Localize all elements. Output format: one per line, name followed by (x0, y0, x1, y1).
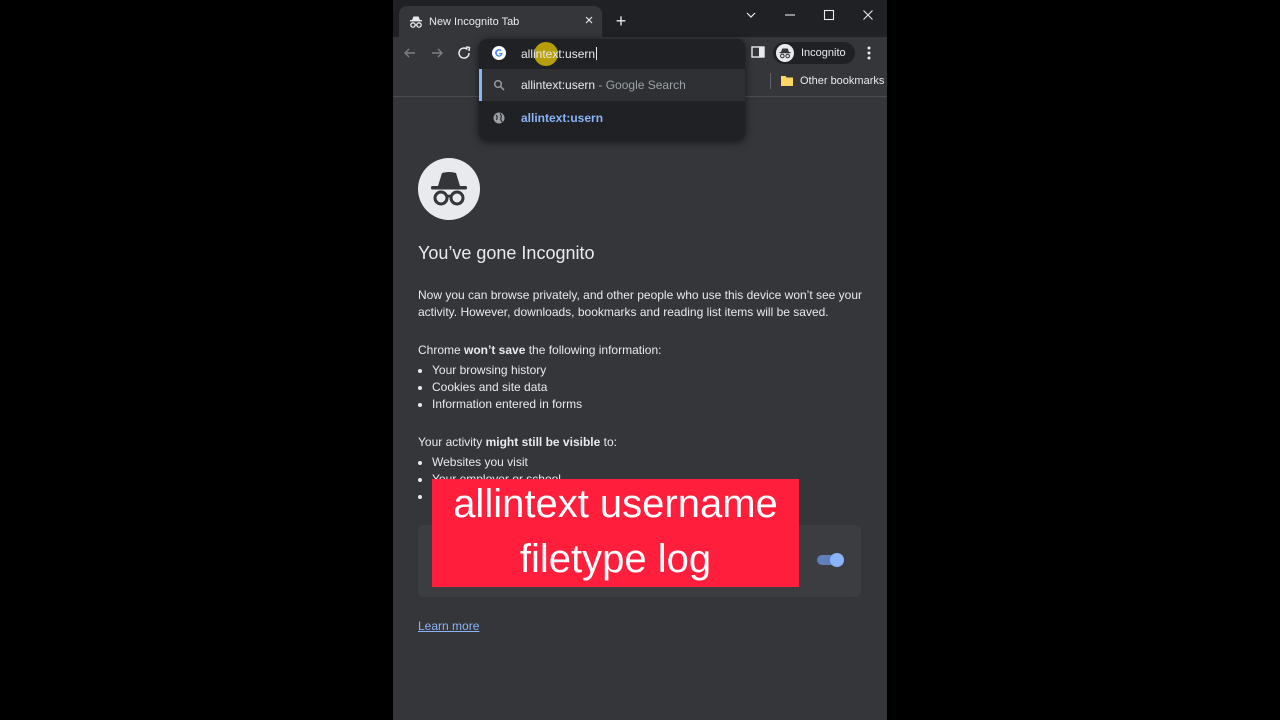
intro-paragraph: Now you can browse privately, and other … (418, 288, 863, 319)
tab-close-icon[interactable]: × (581, 13, 597, 29)
new-tab-plus-icon[interactable]: + (612, 12, 630, 30)
incognito-icon (779, 48, 791, 59)
other-bookmarks-link[interactable]: Other bookmarks (800, 75, 884, 87)
page-title: You’ve gone Incognito (418, 243, 595, 263)
suggestion-url[interactable]: allintext:usern (479, 102, 745, 134)
google-g-icon (492, 46, 506, 60)
tab-title: New Incognito Tab (429, 16, 520, 28)
reload-icon[interactable] (454, 43, 474, 63)
more-menu-icon[interactable] (863, 44, 875, 62)
address-bar-input[interactable]: allintext:usern (521, 47, 598, 61)
omnibox-dropdown: allintext:usern allintext:usern - Google… (479, 39, 745, 140)
address-bar[interactable]: allintext:usern (479, 39, 745, 67)
suggestion-text: allintext:usern (521, 111, 604, 125)
list-item: Information entered in forms (432, 396, 877, 413)
caption-line: allintext username (453, 482, 778, 526)
tab-search-chevron-icon[interactable] (740, 6, 762, 26)
maximize-icon[interactable] (818, 6, 840, 26)
close-window-icon[interactable] (857, 6, 879, 26)
learn-more-link[interactable]: Learn more (418, 619, 479, 633)
bookmarks-divider (770, 73, 771, 89)
back-arrow-icon[interactable] (400, 43, 420, 63)
caption-line: filetype log (519, 537, 712, 581)
avatar (776, 44, 794, 62)
list-item: Websites you visit (432, 454, 877, 471)
folder-icon (781, 76, 793, 86)
incognito-icon (410, 16, 422, 28)
visible-heading: Your activity might still be visible to: (418, 435, 617, 449)
caption-overlay: allintext username filetype log (432, 479, 799, 587)
list-item: Your browsing history (432, 362, 877, 379)
browser-window: New Incognito Tab × + allintext:usern al… (393, 0, 887, 720)
search-icon (494, 80, 505, 91)
suggestion-google-search[interactable]: allintext:usern - Google Search (479, 69, 745, 101)
tab-strip: New Incognito Tab × + (393, 0, 887, 37)
not-saved-heading: Chrome won’t save the following informat… (418, 343, 662, 357)
profile-label: Incognito (801, 47, 846, 59)
tab-new-incognito[interactable]: New Incognito Tab × (399, 6, 602, 37)
minimize-icon[interactable] (779, 6, 801, 26)
toggle-knob (830, 553, 844, 567)
forward-arrow-icon[interactable] (427, 43, 447, 63)
not-saved-list: Your browsing history Cookies and site d… (418, 362, 877, 413)
incognito-icon (431, 172, 467, 206)
incognito-logo (418, 158, 480, 220)
side-panel-icon[interactable] (750, 44, 766, 60)
suggestion-text: allintext:usern - Google Search (521, 78, 686, 92)
incognito-profile-button[interactable]: Incognito (773, 42, 855, 64)
block-cookies-toggle[interactable] (817, 553, 844, 567)
list-item: Cookies and site data (432, 379, 877, 396)
globe-icon (493, 112, 505, 124)
